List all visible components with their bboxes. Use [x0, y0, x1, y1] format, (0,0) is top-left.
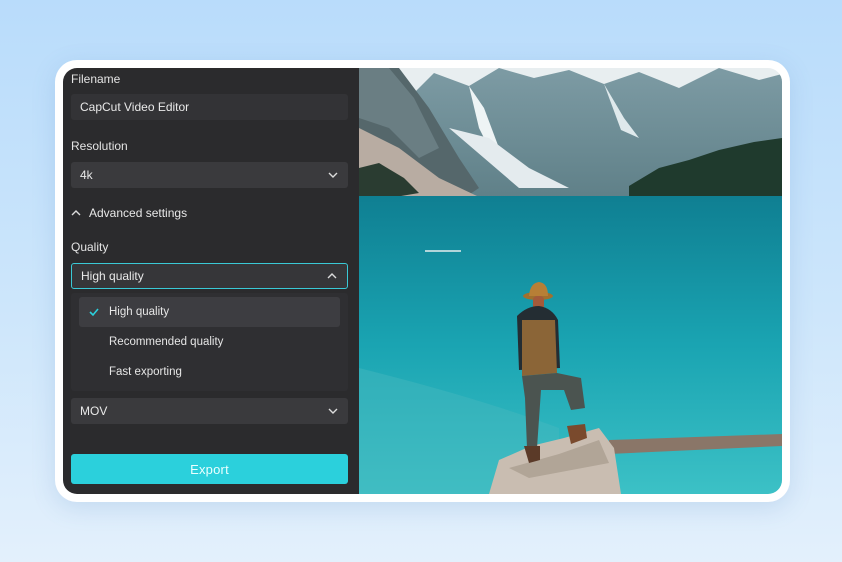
export-settings-panel: Filename CapCut Video Editor Resolution …: [63, 68, 359, 494]
quality-value: High quality: [81, 269, 144, 283]
filename-label: Filename: [71, 72, 121, 86]
export-button[interactable]: Export: [71, 454, 348, 484]
resolution-select[interactable]: 4k: [71, 162, 348, 188]
quality-option-label: Recommended quality: [109, 336, 224, 348]
quality-option-label: Fast exporting: [109, 366, 182, 378]
filename-input[interactable]: CapCut Video Editor: [71, 94, 348, 120]
preview-image: [359, 68, 782, 494]
chevron-up-icon: [327, 273, 337, 279]
quality-option-high[interactable]: High quality: [79, 297, 340, 327]
video-preview: [359, 68, 782, 494]
resolution-value: 4k: [80, 168, 93, 182]
format-select[interactable]: MOV: [71, 398, 348, 424]
chevron-down-icon: [328, 172, 338, 178]
export-window: Filename CapCut Video Editor Resolution …: [63, 68, 782, 494]
quality-label: Quality: [71, 240, 109, 254]
quality-option-label: High quality: [109, 306, 170, 318]
chevron-up-icon: [71, 210, 81, 216]
chevron-down-icon: [328, 408, 338, 414]
advanced-settings-toggle[interactable]: Advanced settings: [71, 206, 187, 220]
quality-option-fast[interactable]: Fast exporting: [79, 357, 340, 387]
quality-option-recommended[interactable]: Recommended quality: [79, 327, 340, 357]
quality-select[interactable]: High quality: [71, 263, 348, 289]
resolution-label: Resolution: [71, 139, 128, 153]
format-value: MOV: [80, 404, 108, 418]
advanced-settings-label: Advanced settings: [89, 206, 188, 220]
quality-dropdown-menu: High quality Recommended quality Fast ex…: [71, 293, 348, 391]
filename-value: CapCut Video Editor: [80, 100, 190, 114]
check-icon: [89, 308, 99, 317]
